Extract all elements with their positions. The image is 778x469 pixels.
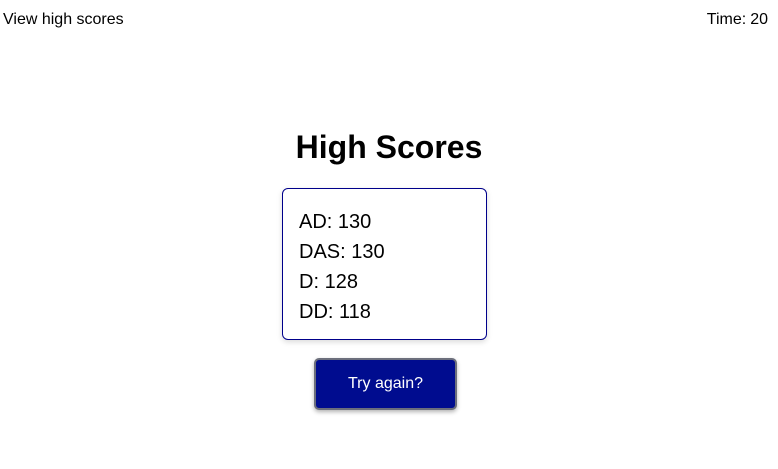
timer-value: 20 bbox=[750, 11, 768, 28]
high-scores-list: AD: 130 DAS: 130 D: 128 DD: 118 bbox=[282, 188, 487, 340]
score-value: 128 bbox=[324, 271, 358, 293]
score-value: 118 bbox=[339, 301, 371, 323]
try-again-button[interactable]: Try again? bbox=[314, 358, 457, 410]
score-row: AD: 130 bbox=[299, 211, 372, 233]
timer-label: Time: bbox=[706, 11, 747, 28]
score-value: 130 bbox=[337, 211, 372, 233]
score-initials: DD bbox=[299, 301, 328, 323]
score-row: D: 128 bbox=[299, 271, 358, 293]
timer: Time: 20 bbox=[707, 10, 768, 29]
quiz-page: View high scores Time: 20 High Scores AD:… bbox=[0, 0, 778, 469]
score-initials: D bbox=[299, 271, 314, 293]
view-high-scores-link[interactable]: View high scores bbox=[3, 10, 124, 29]
score-value: 130 bbox=[351, 241, 385, 263]
page-title: High Scores bbox=[295, 129, 483, 165]
score-initials: AD bbox=[299, 211, 327, 233]
score-initials: DAS bbox=[299, 241, 341, 263]
score-row: DD: 118 bbox=[299, 301, 371, 323]
score-row: DAS: 130 bbox=[299, 241, 385, 263]
